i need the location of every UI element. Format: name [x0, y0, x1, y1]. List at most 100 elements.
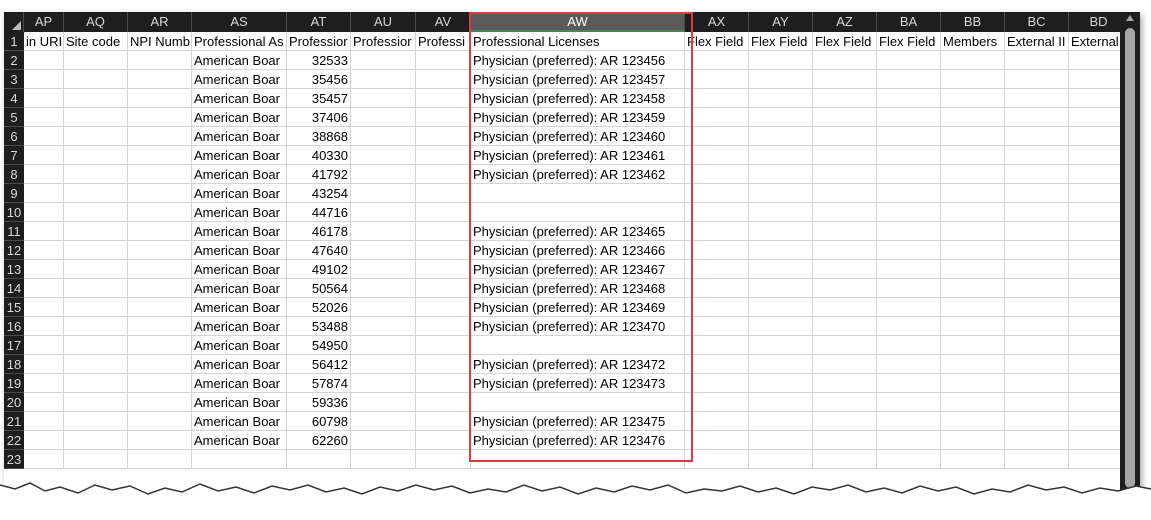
cell-bc-22[interactable]	[1005, 431, 1069, 450]
column-header-aq[interactable]: AQ	[64, 12, 128, 32]
cell-ax-4[interactable]	[685, 89, 749, 108]
cell-at-3[interactable]: 35456	[287, 70, 351, 89]
cell-au-4[interactable]	[351, 89, 416, 108]
cell-aq-15[interactable]	[64, 298, 128, 317]
cell-as-16[interactable]: American Boar	[192, 317, 287, 336]
cell-ap-5[interactable]	[24, 108, 64, 127]
row-header-15[interactable]: 15	[4, 298, 24, 317]
cell-ay-7[interactable]	[749, 146, 813, 165]
cell-ay-4[interactable]	[749, 89, 813, 108]
cell-bd-5[interactable]	[1069, 108, 1120, 127]
cell-bb-11[interactable]	[941, 222, 1005, 241]
cell-bc-8[interactable]	[1005, 165, 1069, 184]
row-header-12[interactable]: 12	[4, 241, 24, 260]
cell-ap-13[interactable]	[24, 260, 64, 279]
row-header-2[interactable]: 2	[4, 51, 24, 70]
cell-bb-6[interactable]	[941, 127, 1005, 146]
cell-av-15[interactable]	[416, 298, 471, 317]
header-cell-ar[interactable]: NPI Numb	[128, 32, 192, 51]
cell-ar-18[interactable]	[128, 355, 192, 374]
cell-bc-14[interactable]	[1005, 279, 1069, 298]
cell-bb-7[interactable]	[941, 146, 1005, 165]
cell-az-22[interactable]	[813, 431, 877, 450]
header-cell-aq[interactable]: Site code	[64, 32, 128, 51]
cell-aq-14[interactable]	[64, 279, 128, 298]
cell-aw-14[interactable]: Physician (preferred): AR 123468	[471, 279, 685, 298]
cell-aw-6[interactable]: Physician (preferred): AR 123460	[471, 127, 685, 146]
row-header-18[interactable]: 18	[4, 355, 24, 374]
cell-ba-17[interactable]	[877, 336, 941, 355]
row-header-11[interactable]: 11	[4, 222, 24, 241]
cell-ap-2[interactable]	[24, 51, 64, 70]
row-header-5[interactable]: 5	[4, 108, 24, 127]
cell-ax-5[interactable]	[685, 108, 749, 127]
cell-ba-9[interactable]	[877, 184, 941, 203]
cell-at-6[interactable]: 38868	[287, 127, 351, 146]
cell-aq-4[interactable]	[64, 89, 128, 108]
cell-bc-20[interactable]	[1005, 393, 1069, 412]
header-cell-as[interactable]: Professional As	[192, 32, 287, 51]
cell-ay-16[interactable]	[749, 317, 813, 336]
cell-ba-20[interactable]	[877, 393, 941, 412]
cell-aw-2[interactable]: Physician (preferred): AR 123456	[471, 51, 685, 70]
cell-ar-9[interactable]	[128, 184, 192, 203]
cell-bc-21[interactable]	[1005, 412, 1069, 431]
cell-ar-5[interactable]	[128, 108, 192, 127]
cell-ar-6[interactable]	[128, 127, 192, 146]
cell-at-9[interactable]: 43254	[287, 184, 351, 203]
cell-bd-12[interactable]	[1069, 241, 1120, 260]
cell-au-19[interactable]	[351, 374, 416, 393]
cell-aq-2[interactable]	[64, 51, 128, 70]
cell-ba-5[interactable]	[877, 108, 941, 127]
cell-as-22[interactable]: American Boar	[192, 431, 287, 450]
cell-aw-17[interactable]	[471, 336, 685, 355]
cell-bb-2[interactable]	[941, 51, 1005, 70]
header-cell-az[interactable]: Flex Field	[813, 32, 877, 51]
cell-ap-17[interactable]	[24, 336, 64, 355]
cell-ar-7[interactable]	[128, 146, 192, 165]
cell-ba-21[interactable]	[877, 412, 941, 431]
cell-au-16[interactable]	[351, 317, 416, 336]
cell-at-20[interactable]: 59336	[287, 393, 351, 412]
column-header-az[interactable]: AZ	[813, 12, 877, 32]
cell-ax-11[interactable]	[685, 222, 749, 241]
cell-as-12[interactable]: American Boar	[192, 241, 287, 260]
cell-aw-19[interactable]: Physician (preferred): AR 123473	[471, 374, 685, 393]
cell-ap-6[interactable]	[24, 127, 64, 146]
vertical-scrollbar[interactable]	[1120, 12, 1140, 496]
cell-bc-17[interactable]	[1005, 336, 1069, 355]
cell-au-7[interactable]	[351, 146, 416, 165]
cell-av-3[interactable]	[416, 70, 471, 89]
cell-ax-17[interactable]	[685, 336, 749, 355]
header-cell-av[interactable]: Professi	[416, 32, 471, 51]
cell-aq-20[interactable]	[64, 393, 128, 412]
column-header-ay[interactable]: AY	[749, 12, 813, 32]
cell-bd-6[interactable]	[1069, 127, 1120, 146]
cell-aq-22[interactable]	[64, 431, 128, 450]
cell-ap-18[interactable]	[24, 355, 64, 374]
cell-ar-3[interactable]	[128, 70, 192, 89]
cell-bc-5[interactable]	[1005, 108, 1069, 127]
cell-bc-16[interactable]	[1005, 317, 1069, 336]
cell-as-14[interactable]: American Boar	[192, 279, 287, 298]
cell-ay-9[interactable]	[749, 184, 813, 203]
cell-bc-7[interactable]	[1005, 146, 1069, 165]
row-header-17[interactable]: 17	[4, 336, 24, 355]
header-cell-bb[interactable]: Members	[941, 32, 1005, 51]
cell-aw-18[interactable]: Physician (preferred): AR 123472	[471, 355, 685, 374]
cell-ba-7[interactable]	[877, 146, 941, 165]
cell-bd-22[interactable]	[1069, 431, 1120, 450]
header-cell-bd[interactable]: External	[1069, 32, 1120, 51]
cell-as-7[interactable]: American Boar	[192, 146, 287, 165]
column-header-au[interactable]: AU	[351, 12, 416, 32]
cell-bb-4[interactable]	[941, 89, 1005, 108]
cell-av-20[interactable]	[416, 393, 471, 412]
cell-aq-11[interactable]	[64, 222, 128, 241]
cell-aq-5[interactable]	[64, 108, 128, 127]
cell-ay-15[interactable]	[749, 298, 813, 317]
cell-ay-14[interactable]	[749, 279, 813, 298]
cell-ap-4[interactable]	[24, 89, 64, 108]
cell-av-11[interactable]	[416, 222, 471, 241]
cell-au-15[interactable]	[351, 298, 416, 317]
cell-ap-10[interactable]	[24, 203, 64, 222]
